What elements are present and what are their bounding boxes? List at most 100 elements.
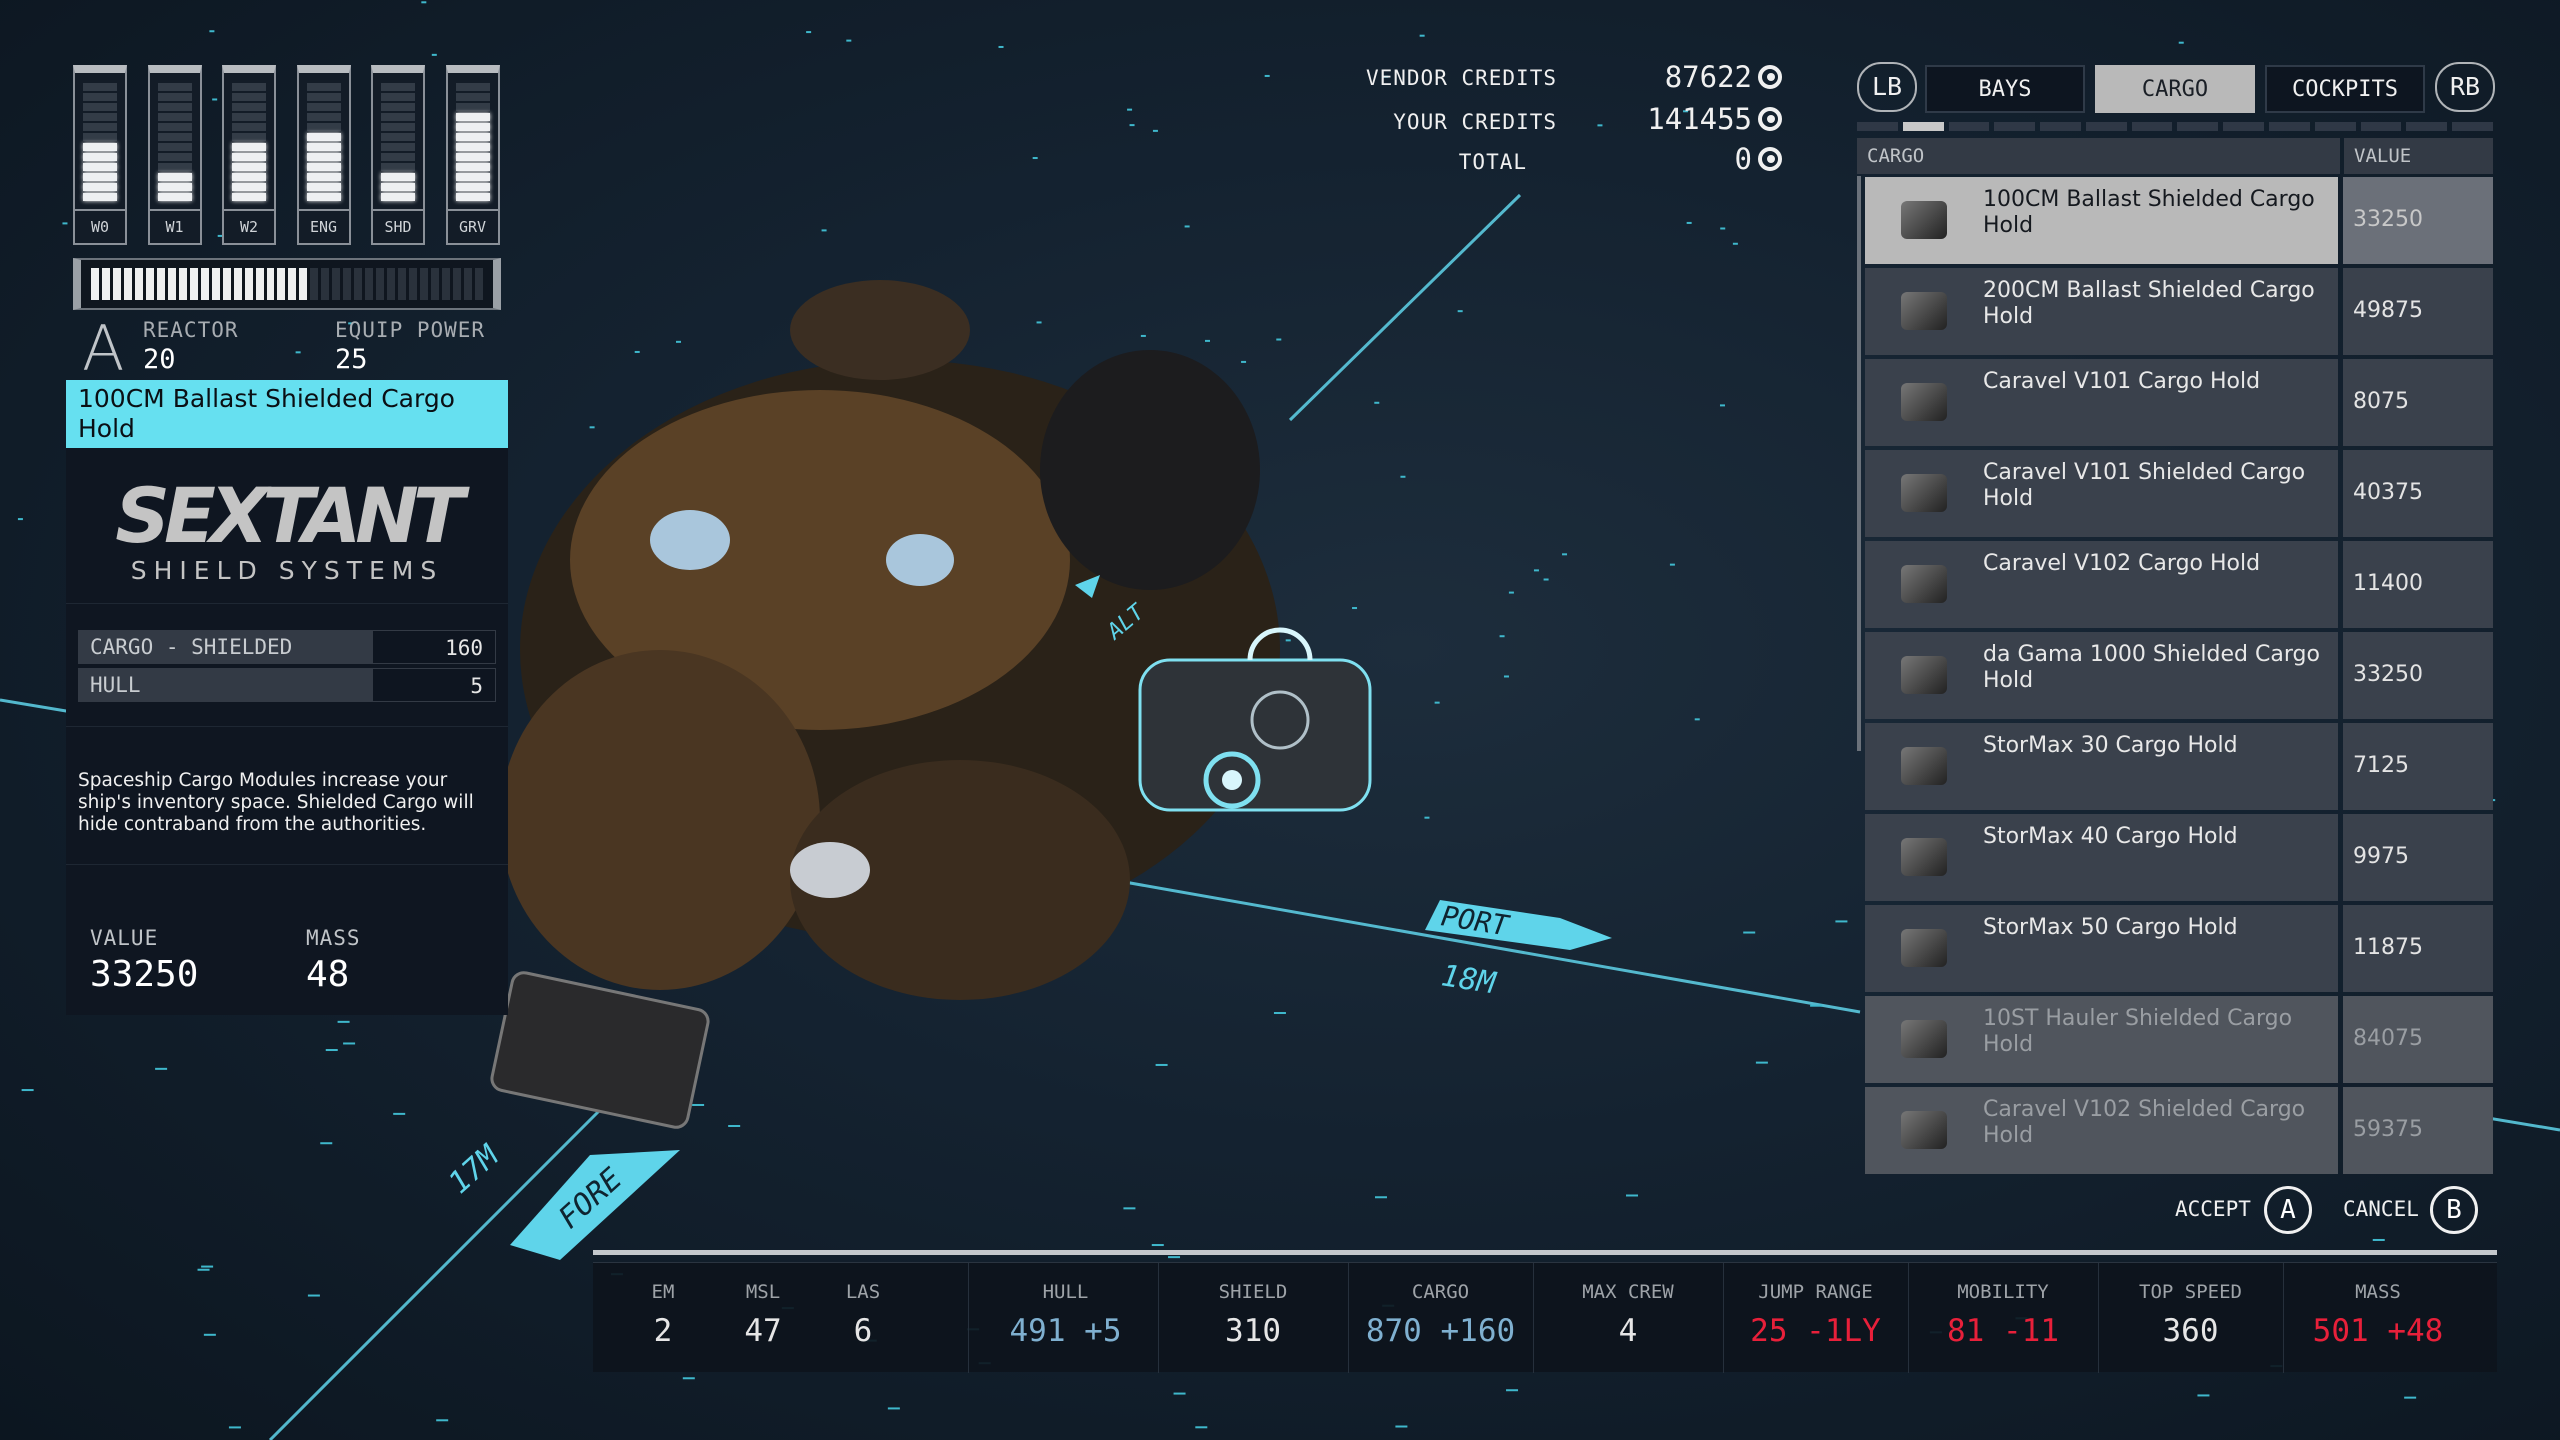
module-description: Spaceship Cargo Modules increase your sh… [78,770,474,835]
grid-marker [197,1268,210,1271]
power-segment [306,193,341,201]
divider [1348,1263,1349,1373]
power-segment [83,153,117,161]
power-segment [83,173,117,181]
total-value: 0 [1582,142,1782,176]
grid-marker [1434,701,1440,704]
power-segment [306,133,341,141]
power-bar-w1[interactable]: W1 [147,65,202,245]
grid-marker [1184,225,1190,228]
power-segment [157,163,192,171]
stat-value: 501 +48 [2312,1313,2444,1349]
grid-marker [2178,41,2184,44]
stat-top-speed: TOP SPEED 360 [2098,1263,2283,1373]
cargo-module-icon [1901,656,1947,694]
page-dot [2085,122,2127,131]
list-item[interactable]: StorMax 30 Cargo Hold 7125 [1865,723,2493,810]
stat-label: MSL [745,1281,781,1303]
stat-value: 81 -11 [1947,1313,2059,1349]
cargo-module-icon [1901,201,1947,239]
grid-marker [1155,1063,1168,1066]
brand-name: SEXTANT [115,471,464,560]
stat-value: 25 -1LY [1750,1313,1881,1349]
reactor-segment [91,268,99,300]
manufacturer-logo: SEXTANT SHIELD SYSTEMS [66,471,508,586]
grid-marker [682,1377,695,1380]
grid-marker [1352,607,1358,610]
power-segment [455,113,490,121]
list-item[interactable]: 100CM Ballast Shielded Cargo Hold 33250 [1865,177,2493,264]
list-scrollbar[interactable] [1857,176,1861,751]
power-segment [232,153,266,161]
reactor-segment [452,268,461,300]
grid-marker [1264,74,1270,77]
lb-bumper-button[interactable]: LB [1857,62,1917,112]
power-segment [83,123,117,131]
power-bar-shd[interactable]: SHD [371,65,425,245]
power-segment [83,103,117,111]
list-item[interactable]: Caravel V101 Cargo Hold 8075 [1865,359,2493,446]
stat-label: TOP SPEED [2139,1281,2242,1303]
stat-hull: HULL 5 [78,668,496,702]
cancel-label[interactable]: CANCEL [2343,1197,2419,1221]
grid-marker [1195,1426,1208,1429]
list-item[interactable]: 10ST Hauler Shielded Cargo Hold 84075 [1865,996,2493,1083]
rb-bumper-button[interactable]: RB [2435,62,2495,112]
module-detail-panel: SEXTANT SHIELD SYSTEMS CARGO - SHIELDED 1… [66,448,508,1015]
grid-marker [1173,1392,1186,1395]
column-header-cargo[interactable]: CARGO [1857,138,2340,174]
list-item[interactable]: Caravel V102 Shielded Cargo Hold 59375 [1865,1087,2493,1174]
tab-cockpits[interactable]: COCKPITS [2265,65,2425,113]
reactor-segment [277,268,286,300]
grid-marker [1152,129,1158,132]
power-segment [83,93,117,101]
power-segment [381,183,415,191]
power-bar-label: W2 [224,209,274,243]
power-segment [232,113,266,121]
grid-marker [62,222,68,225]
reactor-segment [398,268,407,300]
page-dot [1948,122,1990,131]
grid-marker [728,1125,741,1128]
grid-marker [1285,639,1291,642]
cargo-module-icon [1901,838,1947,876]
item-value: 8075 [2343,359,2493,446]
reactor-value: 20 [143,344,176,375]
accept-label[interactable]: ACCEPT [2175,1197,2251,1221]
list-item[interactable]: StorMax 50 Cargo Hold 11875 [1865,905,2493,992]
page-dot [2269,122,2310,131]
item-value: 59375 [2343,1087,2493,1174]
tab-bays[interactable]: BAYS [1925,65,2085,113]
power-segment [381,143,415,151]
cancel-button[interactable]: B [2430,1186,2478,1234]
grid-marker [1533,569,1539,572]
grid-marker [1499,635,1505,638]
grid-marker [1374,1196,1387,1199]
cargo-table-header: CARGO VALUE [1857,138,2493,174]
vendor-credits-value: 87622 [1582,60,1782,94]
power-segment [455,153,490,161]
list-item[interactable]: Caravel V102 Cargo Hold 11400 [1865,541,2493,628]
grid-marker [1543,578,1549,581]
power-bar-grv[interactable]: GRV [445,65,500,245]
reactor-segment [244,268,253,300]
fore-distance: 17M [442,1138,506,1201]
accept-button[interactable]: A [2264,1186,2312,1234]
list-item[interactable]: da Gama 1000 Shielded Cargo Hold 33250 [1865,632,2493,719]
divider [2283,1263,2284,1373]
list-item[interactable]: StorMax 40 Cargo Hold 9975 [1865,814,2493,901]
grid-marker [1400,475,1406,478]
power-bar-eng[interactable]: ENG [296,65,351,245]
power-bar-w2[interactable]: W2 [222,65,276,245]
list-item[interactable]: 200CM Ballast Shielded Cargo Hold 49875 [1865,268,2493,355]
power-segment [455,83,490,91]
column-header-value[interactable]: VALUE [2344,138,2493,174]
power-segment [157,93,192,101]
grid-marker [675,340,681,343]
page-dot [2177,122,2219,131]
selected-module-title: 100CM Ballast Shielded Cargo Hold [66,380,508,448]
tab-cargo[interactable]: CARGO [2095,65,2255,113]
list-item[interactable]: Caravel V101 Shielded Cargo Hold 40375 [1865,450,2493,537]
page-indicator [1857,122,2493,131]
power-bar-w0[interactable]: W0 [73,65,127,245]
